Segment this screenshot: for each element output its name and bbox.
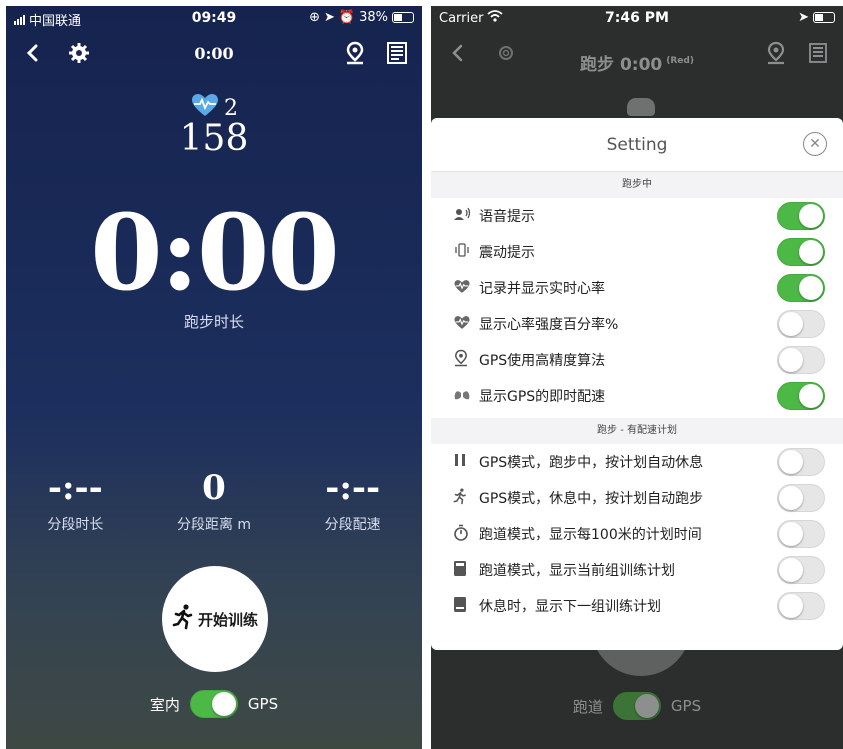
lungs-icon [627, 98, 655, 116]
setting-row-heart-rate-percent: 显示心率强度百分率% [431, 306, 843, 342]
rotation-lock-icon: ⊕ [309, 10, 320, 25]
card-icon [453, 596, 479, 617]
setting-toggle[interactable] [777, 346, 825, 374]
battery-percent: 38% [359, 10, 388, 25]
battery-icon [392, 12, 414, 23]
setting-label: GPS模式，跑步中，按计划自动休息 [479, 455, 704, 471]
setting-row-voice: 语音提示 [431, 198, 843, 234]
nav-subtitle: (Red) [666, 56, 694, 67]
section-header-running: 跑步中 [431, 172, 843, 198]
split-stats: -:-- 分段时长 0 分段距离 m -:-- 分段配速 [6, 466, 422, 534]
setting-toggle[interactable] [777, 310, 825, 338]
heart-rate-block: 2 158 [6, 92, 422, 159]
setting-label: 跑道模式，显示当前组训练计划 [479, 563, 675, 579]
pause-icon [453, 453, 479, 471]
setting-row-auto-rest: GPS模式，跑步中，按计划自动休息 [431, 444, 843, 480]
setting-row-track-current-set: 跑道模式，显示当前组训练计划 [431, 552, 843, 588]
status-bar: Carrier 7:46 PM ➤ [431, 6, 843, 28]
setting-row-gps-precision: GPS使用高精度算法 [431, 342, 843, 378]
map-pin-icon[interactable] [342, 40, 368, 66]
indoor-label: 室内 [149, 695, 180, 714]
track-gps-toggle[interactable] [612, 692, 661, 720]
left-screen: 中国联通 09:49 ⊕ ➤ ⏰ 38% 0:00 2 158 0:00 跑步时… [6, 6, 422, 749]
track-label: 跑道 [572, 697, 603, 716]
gps-label: GPS [247, 695, 279, 713]
status-bar: 中国联通 09:49 ⊕ ➤ ⏰ 38% [6, 6, 422, 29]
stopwatch-icon [453, 524, 479, 545]
setting-label: GPS使用高精度算法 [479, 353, 606, 369]
heart-rate-icon [453, 279, 479, 298]
close-icon[interactable]: ✕ [803, 132, 827, 156]
setting-label: 休息时，显示下一组训练计划 [479, 599, 661, 615]
setting-row-auto-run: GPS模式，休息中，按计划自动跑步 [431, 480, 843, 516]
setting-toggle[interactable] [777, 592, 825, 620]
section-header-pace-plan: 跑步 - 有配速计划 [431, 418, 843, 444]
gps-label: GPS [670, 697, 702, 715]
setting-label: 语音提示 [479, 209, 535, 225]
setting-row-realtime-heart-rate: 记录并显示实时心率 [431, 270, 843, 306]
setting-toggle[interactable] [777, 274, 825, 302]
location-arrow-icon: ➤ [324, 10, 335, 25]
split-duration: -:-- 分段时长 [47, 468, 104, 533]
nav-title: 跑步 0:00 (Red) [580, 55, 694, 75]
heart-rate-value: 158 [179, 118, 249, 159]
setting-toggle[interactable] [777, 202, 825, 230]
setting-row-track-100m: 跑道模式，显示每100米的计划时间 [431, 516, 843, 552]
setting-toggle[interactable] [777, 520, 825, 548]
report-icon[interactable] [384, 40, 410, 66]
runner-icon [172, 604, 194, 634]
status-time: 7:46 PM [605, 10, 669, 26]
lungs-icon [453, 387, 479, 405]
heart-rate-icon [453, 315, 479, 334]
run-timer-label: 跑步时长 [183, 313, 244, 331]
calculator-icon [453, 560, 479, 581]
vibrate-icon [453, 243, 479, 261]
alarm-icon: ⏰ [338, 10, 356, 25]
run-timer: 0:00 [90, 191, 339, 314]
runner-icon [453, 487, 479, 509]
battery-icon [813, 12, 835, 23]
setting-row-gps-pace: 显示GPS的即时配速 [431, 378, 843, 414]
indoor-gps-toggle[interactable] [189, 690, 238, 718]
location-pin-icon [453, 349, 479, 371]
mode-switch-row: 跑道 GPS [431, 692, 843, 720]
setting-toggle[interactable] [777, 556, 825, 584]
setting-label: 震动提示 [479, 245, 535, 261]
split-distance: 0 分段距离 m [176, 468, 252, 533]
setting-toggle[interactable] [777, 484, 825, 512]
setting-label: GPS模式，休息中，按计划自动跑步 [479, 491, 704, 507]
nav-bar: 0:00 [6, 34, 422, 74]
setting-label: 显示心率强度百分率% [479, 317, 619, 333]
setting-toggle[interactable] [777, 448, 825, 476]
setting-row-rest-next-set: 休息时，显示下一组训练计划 [431, 588, 843, 624]
modal-title: Setting [606, 135, 668, 155]
setting-label: 跑道模式，显示每100米的计划时间 [479, 527, 702, 543]
setting-toggle[interactable] [777, 382, 825, 410]
start-training-button[interactable]: 开始训练 [162, 566, 268, 672]
mode-switch-row: 室内 GPS [6, 690, 422, 718]
split-pace: -:-- 分段配速 [324, 468, 381, 533]
setting-label: 显示GPS的即时配速 [479, 389, 606, 405]
setting-toggle[interactable] [777, 238, 825, 266]
heart-rate-zone: 2 [224, 95, 238, 121]
settings-modal: Setting ✕ 跑步中 语音提示 震动提示 记录并显示实时心率 显示心率强度… [431, 118, 843, 650]
modal-header: Setting ✕ [431, 118, 843, 172]
right-screen: Carrier 7:46 PM ➤ 跑步 0:00 (Red) 跑道 GPS S… [431, 6, 843, 749]
start-training-label: 开始训练 [197, 610, 258, 629]
setting-row-vibrate: 震动提示 [431, 234, 843, 270]
voice-icon [453, 207, 479, 225]
setting-label: 记录并显示实时心率 [479, 281, 605, 297]
location-arrow-icon: ➤ [798, 10, 809, 25]
